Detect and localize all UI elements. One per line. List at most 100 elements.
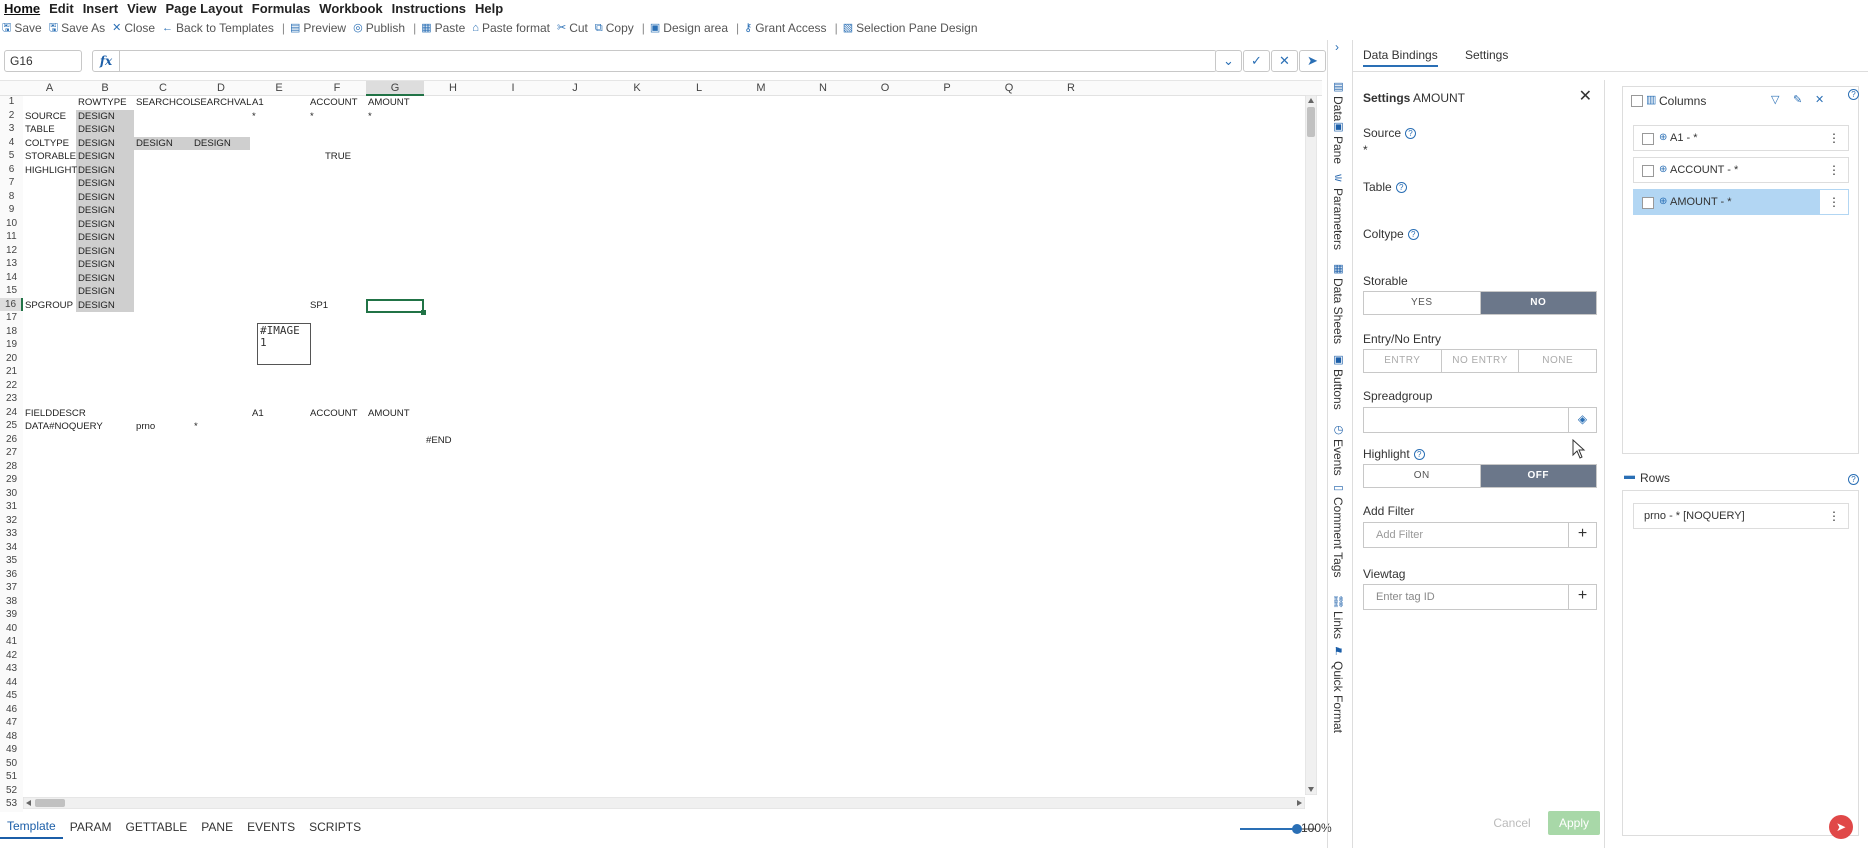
row-header[interactable]: 53 <box>0 797 23 811</box>
highlight-option-off[interactable]: OFF <box>1479 465 1596 487</box>
sheet-tab-param[interactable]: PARAM <box>63 816 119 838</box>
select-all-checkbox[interactable] <box>1631 95 1643 107</box>
horizontal-scrollbar[interactable] <box>23 797 1305 809</box>
rail-data[interactable]: ▤Data <box>1331 80 1345 121</box>
cell-c25[interactable]: prno <box>134 420 192 434</box>
row-header[interactable]: 3 <box>0 122 23 136</box>
menu-formulas[interactable]: Formulas <box>248 0 316 17</box>
row-header[interactable]: 23 <box>0 392 23 406</box>
row-header[interactable]: 29 <box>0 473 23 487</box>
row-header[interactable]: 9 <box>0 203 23 217</box>
cell-f24[interactable]: ACCOUNT <box>308 407 366 421</box>
save-button[interactable]: 🖫 Save <box>0 19 47 37</box>
entry-option-no-entry[interactable]: NO ENTRY <box>1440 350 1519 372</box>
row-header[interactable]: 5 <box>0 149 23 163</box>
rail-pane[interactable]: ▣Pane <box>1331 120 1345 164</box>
row-header[interactable]: 2 <box>0 109 23 123</box>
row-header[interactable]: 4 <box>0 136 23 150</box>
menu-instructions[interactable]: Instructions <box>388 0 471 17</box>
cell-a25[interactable]: DATA#NOQUERY <box>23 420 103 434</box>
cell-h26[interactable]: #END <box>424 434 482 448</box>
column-header-m[interactable]: M <box>730 81 792 96</box>
row-header[interactable]: 40 <box>0 622 23 636</box>
column-header-g[interactable]: G <box>366 81 424 96</box>
sheet-tab-pane[interactable]: PANE <box>194 816 240 838</box>
cell-a4[interactable]: COLTYPE <box>23 137 76 151</box>
close-icon[interactable]: ✕ <box>1579 86 1592 106</box>
row-header[interactable]: 49 <box>0 743 23 757</box>
highlight-option-on[interactable]: ON <box>1364 465 1480 487</box>
rail-comment-tags[interactable]: ▭Comment Tags <box>1331 481 1345 577</box>
row-header[interactable]: 18 <box>0 325 23 339</box>
row-header[interactable]: 48 <box>0 730 23 744</box>
row-header[interactable]: 12 <box>0 244 23 258</box>
spreadsheet-grid[interactable]: ABCDEFGHIJKLMNOPQR 1 2 3 4 5 6 7 8 9 10 11 12 13 14 15… <box>0 80 1322 812</box>
column-header-r[interactable]: R <box>1040 81 1102 96</box>
selection-pane-design-button[interactable]: ▧ Selection Pane Design <box>841 19 983 37</box>
cell-e24[interactable]: A1 <box>250 407 308 421</box>
add-filter-input[interactable]: Add Filter + <box>1363 522 1597 548</box>
column-header-d[interactable]: D <box>192 81 250 96</box>
formula-input[interactable]: fx <box>92 50 1217 72</box>
cell-b7[interactable]: DESIGN <box>76 177 134 191</box>
column-header-o[interactable]: O <box>854 81 916 96</box>
row-header[interactable]: 28 <box>0 460 23 474</box>
save-as-button[interactable]: 🖫 Save As <box>47 19 110 37</box>
cell-f1[interactable]: ACCOUNT <box>308 96 366 110</box>
row-header[interactable]: 17 <box>0 311 23 325</box>
column-item-checkbox[interactable] <box>1642 197 1654 209</box>
grant-access-button[interactable]: ⚷ Grant Access <box>742 19 831 37</box>
column-item[interactable]: ⊕ A1 - * ⋮ <box>1633 125 1849 151</box>
row-header[interactable]: 26 <box>0 433 23 447</box>
cell-e2[interactable]: * <box>250 110 308 124</box>
more-vertical-icon[interactable]: ⋮ <box>1820 504 1848 528</box>
cell-b2[interactable]: DESIGN <box>76 110 134 124</box>
cell-b4[interactable]: DESIGN <box>76 137 134 151</box>
rail-quick-format[interactable]: ⚑Quick Format <box>1331 645 1345 733</box>
menu-workbook[interactable]: Workbook <box>315 0 387 17</box>
more-vertical-icon[interactable]: ⋮ <box>1820 126 1848 150</box>
row-header[interactable]: 21 <box>0 365 23 379</box>
fill-handle[interactable] <box>421 310 426 315</box>
column-header-i[interactable]: I <box>482 81 544 96</box>
row-header[interactable]: 37 <box>0 581 23 595</box>
layers-icon[interactable]: ◈ <box>1568 408 1596 432</box>
cell-c1[interactable]: SEARCHCOL <box>134 96 196 110</box>
row-header[interactable]: 14 <box>0 271 23 285</box>
column-header-f[interactable]: F <box>308 81 366 96</box>
column-header-n[interactable]: N <box>792 81 854 96</box>
column-header-b[interactable]: B <box>76 81 134 96</box>
row-header[interactable]: 19 <box>0 338 23 352</box>
row-header[interactable]: 31 <box>0 500 23 514</box>
row-header[interactable]: 32 <box>0 514 23 528</box>
menu-page-layout[interactable]: Page Layout <box>161 0 247 17</box>
entry-option-none[interactable]: NONE <box>1518 350 1596 372</box>
column-header-a[interactable]: A <box>23 81 76 96</box>
cell-a24[interactable]: FIELDDESCR <box>23 407 86 421</box>
cell-b9[interactable]: DESIGN <box>76 204 134 218</box>
sheet-tab-events[interactable]: EVENTS <box>240 816 302 838</box>
cut-button[interactable]: ✂ Cut <box>555 19 593 37</box>
menu-insert[interactable]: Insert <box>79 0 123 17</box>
confirm-check-icon[interactable]: ✓ <box>1243 50 1270 72</box>
cell-b12[interactable]: DESIGN <box>76 245 134 259</box>
column-header-h[interactable]: H <box>424 81 482 96</box>
cell-a6[interactable]: HIGHLIGHT <box>23 164 77 178</box>
help-icon[interactable]: ? <box>1405 128 1417 139</box>
row-header[interactable]: 1 <box>0 95 23 109</box>
row-header[interactable]: 50 <box>0 757 23 771</box>
row-header[interactable]: 35 <box>0 554 23 568</box>
column-header-q[interactable]: Q <box>978 81 1040 96</box>
row-header[interactable]: 8 <box>0 190 23 204</box>
rail-data-sheets[interactable]: ▦Data Sheets <box>1331 262 1345 344</box>
rail-parameters[interactable]: ⚟Parameters <box>1331 172 1345 250</box>
row-header[interactable]: 13 <box>0 257 23 271</box>
viewtag-input[interactable]: Enter tag ID + <box>1363 584 1597 610</box>
row-header[interactable]: 30 <box>0 487 23 501</box>
cell-a5[interactable]: STORABLE <box>23 150 76 164</box>
back-to-templates-button[interactable]: ← Back to Templates <box>160 19 279 37</box>
cell-d25[interactable]: * <box>192 420 250 434</box>
row-header[interactable]: 44 <box>0 676 23 690</box>
apply-button[interactable]: Apply <box>1548 811 1600 835</box>
column-header-l[interactable]: L <box>668 81 730 96</box>
